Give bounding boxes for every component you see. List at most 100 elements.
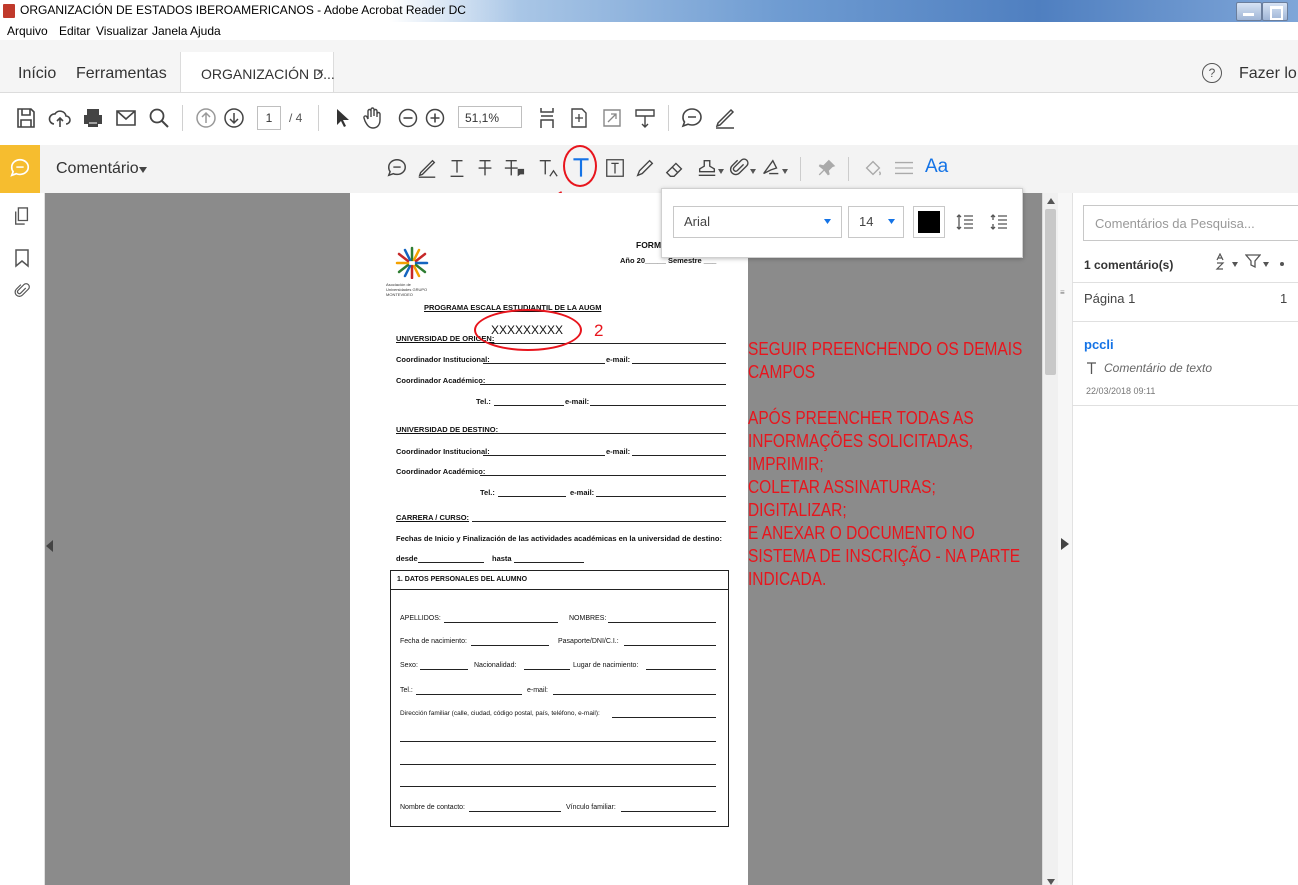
instruction-line: CAMPOS (748, 362, 816, 382)
filter-icon[interactable] (1245, 253, 1261, 269)
tab-home[interactable]: Início (18, 65, 56, 83)
previous-page-icon[interactable] (194, 106, 218, 130)
highlight-pen-icon[interactable] (713, 106, 737, 130)
tab-document[interactable]: ORGANIZACIÓN D... × (180, 52, 335, 92)
strikethrough-icon[interactable] (474, 157, 496, 179)
sort-icon[interactable] (1215, 253, 1231, 271)
pdf-page[interactable]: Asociación de Universidades GRUPO MONTEV… (350, 193, 748, 885)
paragraph-spacing-icon[interactable] (990, 213, 1008, 231)
text-box-icon[interactable] (604, 157, 626, 179)
pin-icon[interactable] (816, 157, 838, 179)
comments-page-label[interactable]: Página 1 (1084, 291, 1135, 306)
menu-arquivo[interactable]: Arquivo (7, 24, 48, 38)
page-thumbnails-icon[interactable] (13, 206, 31, 226)
highlight-text-icon[interactable] (416, 157, 438, 179)
zoom-level-select[interactable]: 51,1% (458, 106, 522, 128)
replace-text-icon[interactable] (502, 157, 526, 179)
comment-search-field[interactable]: Comentários da Pesquisa... (1083, 205, 1298, 241)
fill-color-icon[interactable] (862, 157, 884, 179)
panel-divider (1072, 405, 1298, 406)
window-title: ORGANIZACIÓN DE ESTADOS IBEROAMERICANOS … (20, 3, 466, 17)
attach-dropdown-icon[interactable] (750, 169, 756, 174)
instructions-annotation[interactable]: SEGUIR PREENCHENDO OS DEMAIS CAMPOS APÓS… (748, 338, 1048, 591)
field-line (646, 669, 716, 670)
fit-width-icon[interactable] (567, 106, 591, 130)
attachments-icon[interactable] (13, 281, 31, 301)
annotation-circle-1 (563, 145, 597, 187)
comment-entry[interactable]: pccli Comentário de texto 22/03/2018 09:… (1072, 322, 1298, 405)
eraser-icon[interactable] (664, 157, 686, 179)
sort-dropdown-icon[interactable] (1232, 262, 1238, 267)
pencil-icon[interactable] (634, 157, 656, 179)
comment-toolbar: Comentário Aa (0, 145, 1298, 194)
font-size-value: 14 (859, 214, 874, 229)
text-properties-icon[interactable]: Aa (925, 156, 948, 178)
shapes-icon[interactable] (760, 157, 782, 179)
maximize-button[interactable] (1262, 2, 1288, 21)
instruction-line: INFORMAÇÕES SOLICITADAS, (748, 431, 974, 451)
tab-tools[interactable]: Ferramentas (76, 65, 167, 83)
font-size-select[interactable]: 14 (848, 206, 904, 238)
more-options-icon[interactable] (1280, 262, 1284, 266)
menu-visualizar[interactable]: Visualizar (96, 24, 148, 38)
stamp-dropdown-icon[interactable] (718, 169, 724, 174)
line-weight-icon[interactable] (893, 159, 915, 177)
email-icon[interactable] (114, 106, 138, 130)
zoom-in-icon[interactable] (423, 106, 447, 130)
read-mode-icon[interactable] (633, 106, 657, 130)
print-icon[interactable] (81, 106, 105, 130)
underline-text-icon[interactable] (446, 157, 468, 179)
comment-icon[interactable] (680, 106, 704, 130)
comment-tool-indicator[interactable] (0, 145, 40, 193)
hand-tool-icon[interactable] (360, 106, 384, 130)
collapse-right-panel-icon[interactable] (1061, 538, 1069, 550)
help-icon[interactable]: ? (1202, 63, 1222, 83)
search-icon[interactable] (147, 106, 171, 130)
instruction-line: INDICADA. (748, 569, 827, 589)
line-spacing-icon[interactable] (956, 213, 974, 231)
logo-caption: Asociación de Universidades GRUPO MONTEV… (386, 282, 428, 297)
instruction-line: SEGUIR PREENCHENDO OS DEMAIS (748, 339, 1023, 359)
email-label: e-mail: (606, 447, 631, 456)
page-number-input[interactable]: 1 (257, 106, 281, 130)
text-color-picker[interactable] (913, 206, 945, 238)
minimize-button[interactable] (1236, 2, 1262, 21)
left-navigation-rail (0, 193, 45, 885)
full-screen-icon[interactable] (600, 106, 624, 130)
attach-file-icon[interactable] (728, 157, 750, 179)
filter-dropdown-icon[interactable] (1263, 262, 1269, 267)
font-family-select[interactable]: Arial (673, 206, 842, 238)
stamp-icon[interactable] (696, 157, 718, 179)
scroll-up-icon[interactable] (1047, 198, 1055, 204)
cloud-upload-icon[interactable] (48, 106, 72, 130)
scrollbar-thumb[interactable] (1045, 209, 1056, 375)
toolbar-divider (668, 105, 669, 131)
instruction-line: DIGITALIZAR; (748, 500, 847, 520)
sign-in-link[interactable]: Fazer lo (1239, 65, 1297, 83)
vertical-scrollbar[interactable] (1042, 193, 1059, 885)
shapes-dropdown-icon[interactable] (782, 169, 788, 174)
family-relation-label: Vínculo familiar: (566, 804, 616, 811)
tab-close-icon[interactable]: × (316, 64, 324, 80)
menu-janela[interactable]: Janela (152, 24, 187, 38)
menu-editar[interactable]: Editar (59, 24, 90, 38)
fit-page-icon[interactable] (535, 106, 559, 130)
field-line (494, 433, 726, 434)
menu-ajuda[interactable]: Ajuda (190, 24, 221, 38)
font-family-value: Arial (684, 214, 711, 229)
birthplace-label: Lugar de nacimiento: (573, 662, 639, 669)
zoom-out-icon[interactable] (396, 106, 420, 130)
sticky-note-icon[interactable] (386, 157, 408, 179)
insert-text-icon[interactable] (536, 157, 560, 179)
comments-panel-collapse[interactable]: ≡ (1058, 193, 1073, 885)
save-icon[interactable] (14, 106, 38, 130)
bookmark-icon[interactable] (14, 248, 30, 268)
comment-dropdown-icon[interactable] (139, 167, 147, 173)
select-cursor-icon[interactable] (330, 106, 354, 130)
next-page-icon[interactable] (222, 106, 246, 130)
comment-title[interactable]: Comentário (56, 160, 139, 178)
scroll-down-icon[interactable] (1047, 879, 1055, 885)
collapse-left-panel-icon[interactable] (46, 540, 54, 552)
panel-resize-grip[interactable]: ≡ (1060, 288, 1068, 297)
email-label: e-mail: (606, 355, 631, 364)
